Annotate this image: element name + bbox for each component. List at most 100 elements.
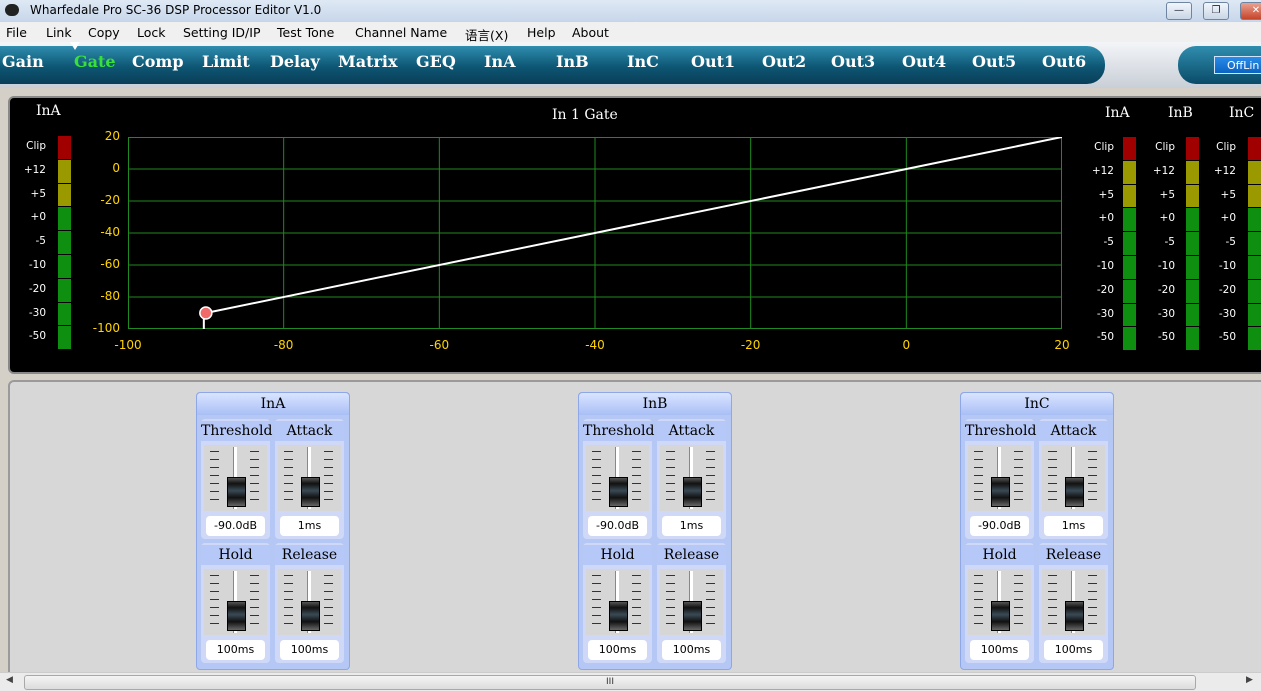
attack-fader[interactable]	[278, 445, 341, 511]
fader-tick-mark	[666, 607, 675, 608]
fader-knob[interactable]	[227, 601, 246, 631]
attack-value-field[interactable]: 1ms	[1044, 516, 1103, 536]
scroll-left-arrow-icon[interactable]: ◀	[6, 675, 13, 685]
fader-tick-mark	[666, 623, 675, 624]
release-fader[interactable]	[660, 569, 723, 635]
fader-tick-mark	[706, 499, 715, 500]
tab-gain[interactable]: Gain	[2, 52, 44, 71]
menu-file[interactable]: File	[6, 25, 27, 40]
tab-inc[interactable]: InC	[627, 52, 659, 71]
threshold-handle-icon[interactable]	[199, 306, 213, 320]
attack-value-field[interactable]: 1ms	[280, 516, 339, 536]
menu-link[interactable]: Link	[46, 25, 72, 40]
fader-tick-mark	[250, 615, 259, 616]
release-fader[interactable]	[1042, 569, 1105, 635]
fader-knob[interactable]	[227, 477, 246, 507]
fader-tick-mark	[284, 475, 293, 476]
fader-knob[interactable]	[609, 477, 628, 507]
tab-out6[interactable]: Out6	[1042, 52, 1086, 71]
menu-lock[interactable]: Lock	[137, 25, 166, 40]
hold-control: Hold 100ms	[583, 543, 652, 663]
menu-test-tone[interactable]: Test Tone	[277, 25, 334, 40]
tab-comp[interactable]: Comp	[132, 52, 184, 71]
fader-tick-mark	[666, 451, 675, 452]
fader-knob[interactable]	[1065, 601, 1084, 631]
scroll-right-arrow-icon[interactable]: ▶	[1246, 675, 1253, 685]
hold-fader[interactable]	[204, 569, 267, 635]
menu-help[interactable]: Help	[527, 25, 556, 40]
fader-tick-mark	[666, 475, 675, 476]
left-meter-segment	[58, 255, 71, 278]
scrollbar-thumb[interactable]: III	[24, 675, 1196, 690]
fader-knob[interactable]	[683, 601, 702, 631]
tab-geq[interactable]: GEQ	[416, 52, 456, 71]
tab-ina[interactable]: InA	[484, 52, 516, 71]
attack-value-field[interactable]: 1ms	[662, 516, 721, 536]
tab-delay[interactable]: Delay	[270, 52, 320, 71]
fader-knob[interactable]	[301, 477, 320, 507]
threshold-value-field[interactable]: -90.0dB	[588, 516, 647, 536]
menu-copy[interactable]: Copy	[88, 25, 120, 40]
title-bar: Wharfedale Pro SC-36 DSP Processor Edito…	[0, 0, 1261, 23]
release-value-field[interactable]: 100ms	[280, 640, 339, 660]
release-value-field[interactable]: 100ms	[1044, 640, 1103, 660]
fader-tick-mark	[974, 607, 983, 608]
release-fader[interactable]	[278, 569, 341, 635]
fader-tick-mark	[974, 483, 983, 484]
threshold-value-field[interactable]: -90.0dB	[970, 516, 1029, 536]
fader-knob[interactable]	[991, 601, 1010, 631]
fader-tick-mark	[250, 451, 259, 452]
fader-tick-mark	[250, 467, 259, 468]
menu-about[interactable]: About	[572, 25, 609, 40]
gate-curve-plot[interactable]	[128, 137, 1062, 329]
fader-tick-mark	[1048, 483, 1057, 484]
fader-knob[interactable]	[1065, 477, 1084, 507]
meter-ina-segment	[1123, 279, 1136, 303]
tab-out3[interactable]: Out3	[831, 52, 875, 71]
attack-fader[interactable]	[1042, 445, 1105, 511]
fader-knob[interactable]	[683, 477, 702, 507]
close-icon[interactable]: ✕	[1240, 2, 1261, 20]
tab-matrix[interactable]: Matrix	[338, 52, 398, 71]
fader-tick-mark	[324, 459, 333, 460]
threshold-fader[interactable]	[204, 445, 267, 511]
attack-fader[interactable]	[660, 445, 723, 511]
threshold-value-field[interactable]: -90.0dB	[206, 516, 265, 536]
hold-value-field[interactable]: 100ms	[588, 640, 647, 660]
tab-out5[interactable]: Out5	[972, 52, 1016, 71]
fader-knob[interactable]	[991, 477, 1010, 507]
fader-knob[interactable]	[609, 601, 628, 631]
threshold-fader[interactable]	[968, 445, 1031, 511]
fader-tick-mark	[632, 575, 641, 576]
restore-icon[interactable]: ❐	[1203, 2, 1229, 20]
tab-limit[interactable]: Limit	[202, 52, 250, 71]
fader-tick-mark	[210, 451, 219, 452]
menu-setting-id-ip[interactable]: Setting ID/IP	[183, 25, 260, 40]
fader-tick-mark	[974, 475, 983, 476]
menu-channel-name[interactable]: Channel Name	[355, 25, 447, 40]
meter-inb-segment	[1186, 327, 1199, 351]
release-value-field[interactable]: 100ms	[662, 640, 721, 660]
offline-button[interactable]: OffLin	[1214, 56, 1261, 74]
hold-value-field[interactable]: 100ms	[970, 640, 1029, 660]
tab-gate[interactable]: Gate	[74, 52, 116, 71]
fader-tick-mark	[1088, 475, 1097, 476]
meter-ina-segment	[1123, 303, 1136, 327]
hold-value-field[interactable]: 100ms	[206, 640, 265, 660]
tab-out1[interactable]: Out1	[691, 52, 735, 71]
threshold-fader[interactable]	[586, 445, 649, 511]
fader-tick-mark	[1014, 575, 1023, 576]
tab-out2[interactable]: Out2	[762, 52, 806, 71]
hold-fader[interactable]	[968, 569, 1031, 635]
horizontal-scrollbar[interactable]: ◀ III ▶	[0, 672, 1261, 691]
fader-tick-mark	[666, 591, 675, 592]
minimize-icon[interactable]: —	[1166, 2, 1192, 20]
fader-knob[interactable]	[301, 601, 320, 631]
left-meter-segment	[58, 302, 71, 326]
fader-tick-mark	[1048, 475, 1057, 476]
tab-out4[interactable]: Out4	[902, 52, 946, 71]
fader-tick-mark	[974, 591, 983, 592]
hold-fader[interactable]	[586, 569, 649, 635]
fader-tick-mark	[284, 451, 293, 452]
tab-inb[interactable]: InB	[556, 52, 589, 71]
